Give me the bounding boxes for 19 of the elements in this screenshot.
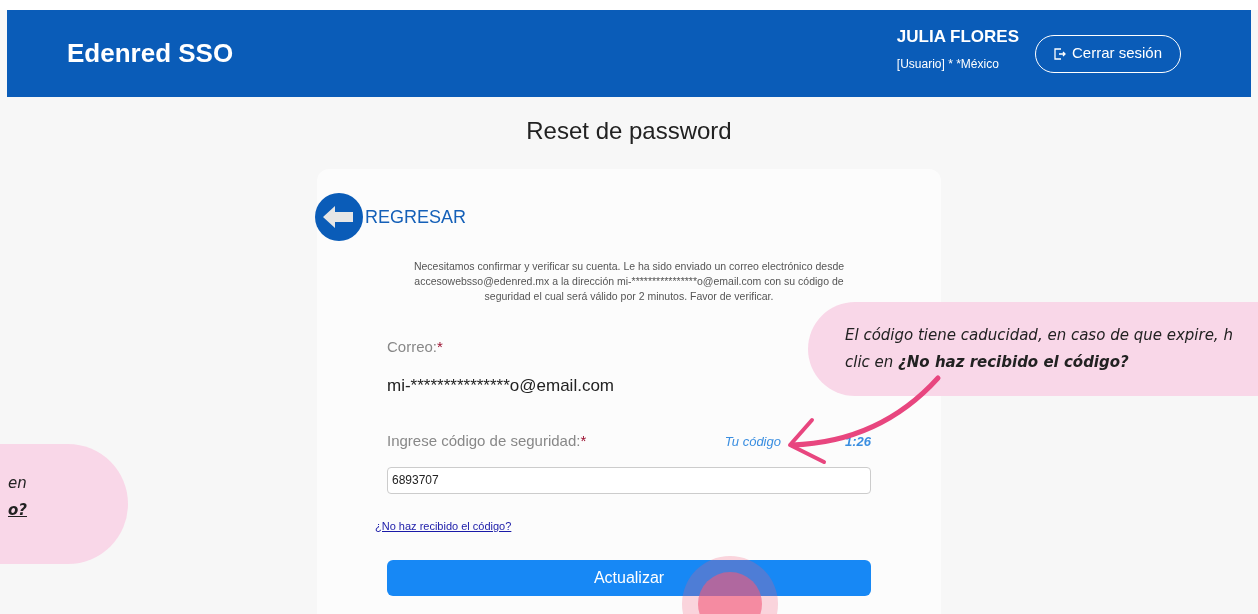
- code-label: Ingrese código de seguridad:*: [387, 431, 587, 451]
- email-value: mi-***************o@email.com: [387, 374, 615, 397]
- resend-link[interactable]: ¿No haz recibido el código?: [375, 517, 512, 534]
- callout-text: El código tiene caducidad, en caso de que expire, h: [845, 325, 1233, 346]
- page-title: Reset de password: [526, 116, 732, 146]
- user-name: JULIA FLORES: [896, 25, 1019, 48]
- callout-text: o?: [8, 500, 27, 521]
- user-role: [Usuario] * *México: [896, 56, 1000, 74]
- email-label: Correo:*: [387, 337, 444, 357]
- timer-text: Tu código: [724, 432, 781, 451]
- callout-text: en: [8, 473, 27, 494]
- timer-value: 1:26: [844, 432, 871, 451]
- callout-text: clic en ¿No haz recibido el código?: [845, 352, 1129, 373]
- back-link[interactable]: REGRESAR: [315, 193, 941, 241]
- instructions-text: Necesitamos confirmar y verificar su cuenta. Le ha sido enviado un correo electrónico desde accesowebsso@edenred.mx a la dirección mi-****************o@email.com con su código de seguridad el cual será válido por 2 minutos. Favor de verificar.: [412, 259, 846, 304]
- code-field[interactable]: 6893707: [387, 466, 871, 494]
- logout-icon: [1053, 47, 1066, 60]
- logo: Edenred SSO: [67, 37, 234, 70]
- submit-button[interactable]: Actualizar: [387, 560, 871, 596]
